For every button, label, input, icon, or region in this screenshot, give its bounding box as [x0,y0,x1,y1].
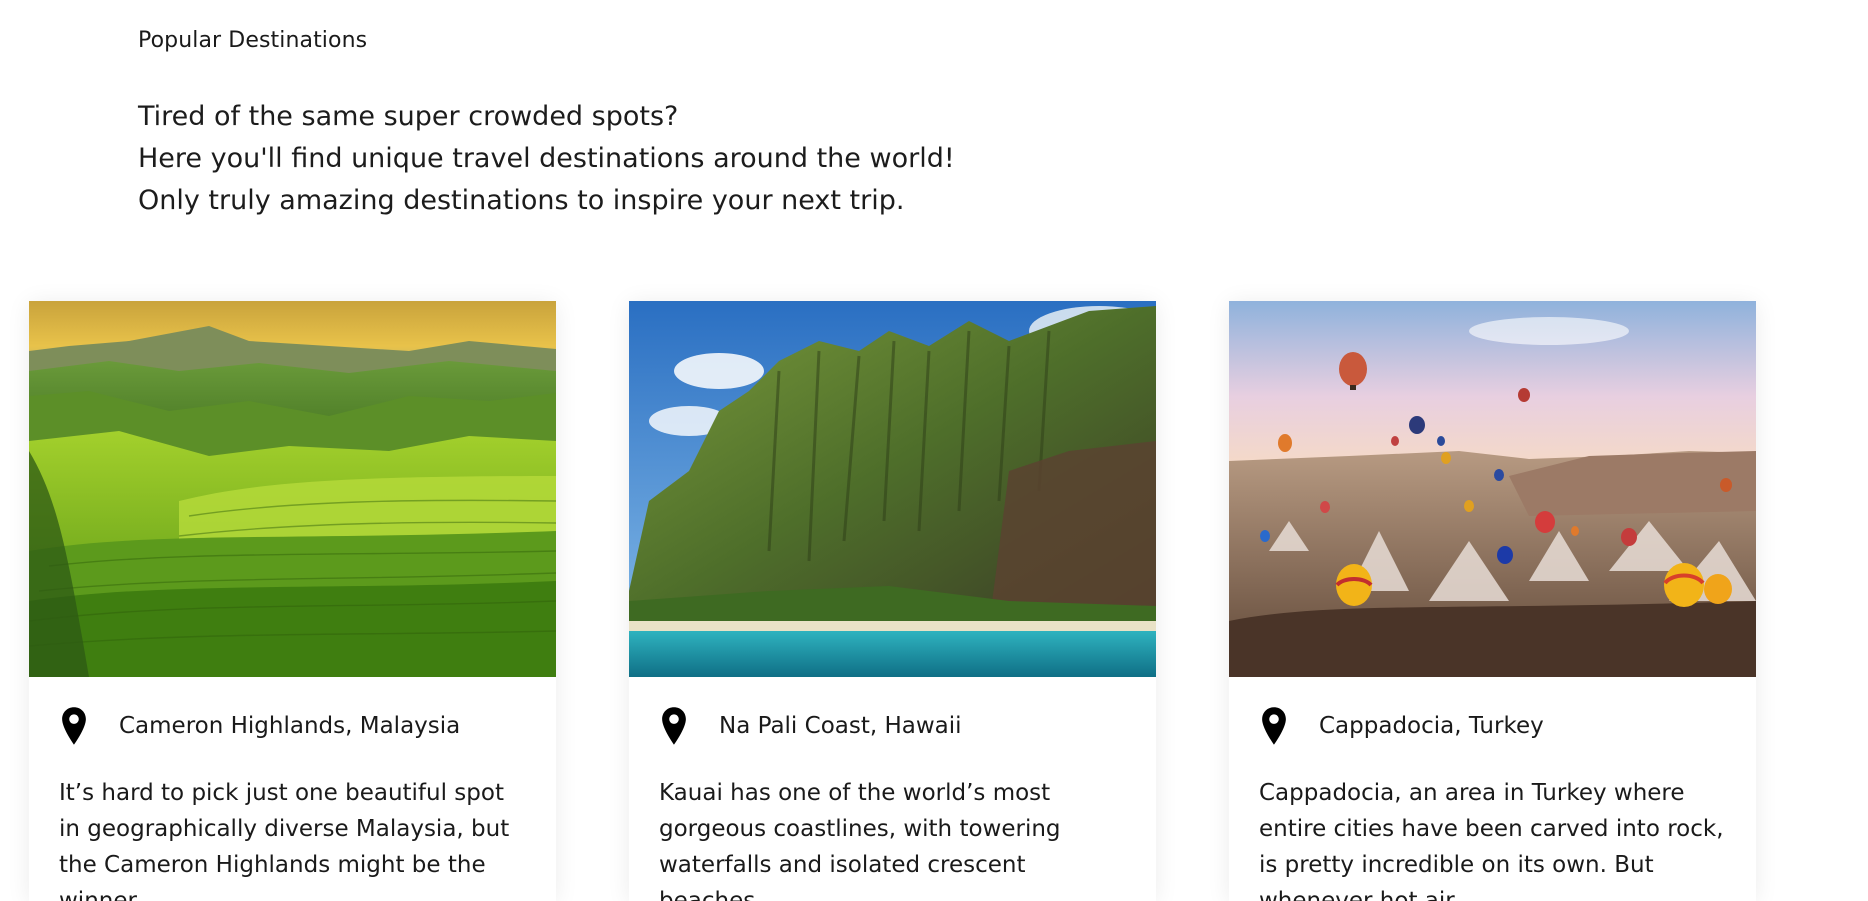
tea-plantation-hills-photo[interactable] [29,301,556,677]
card-description: Kauai has one of the world’s most gorgeo… [659,780,1061,901]
card-description: Cappadocia, an area in Turkey where enti… [1259,780,1724,901]
sea-cliffs-coastline-photo[interactable] [629,301,1156,677]
location-name: Cameron Highlands, Malaysia [119,713,461,739]
card-location: Na Pali Coast, Hawaii [659,706,962,746]
intro-text: Tired of the same super crowded spots? H… [138,96,955,222]
intro-line: Here you'll find unique travel destinati… [138,143,955,174]
location-name: Cappadocia, Turkey [1319,713,1544,739]
destination-card-cappadocia[interactable]: Cappadocia, Turkey Cappadocia, an area i… [1229,301,1756,901]
location-name: Na Pali Coast, Hawaii [719,713,962,739]
hot-air-balloons-valley-photo[interactable] [1229,301,1756,677]
intro-line: Tired of the same super crowded spots? [138,101,679,132]
section-label: Popular Destinations [138,28,368,53]
destination-card-na-pali-coast[interactable]: Na Pali Coast, Hawaii Kauai has one of t… [629,301,1156,901]
card-location: Cameron Highlands, Malaysia [59,706,460,746]
map-pin-icon [662,707,686,745]
destination-card-cameron-highlands[interactable]: Cameron Highlands, Malaysia It’s hard to… [29,301,556,901]
map-pin-icon [62,707,86,745]
intro-line: Only truly amazing destinations to inspi… [138,185,905,216]
map-pin-icon [1262,707,1286,745]
destination-cards: Cameron Highlands, Malaysia It’s hard to… [29,301,1769,901]
card-description: It’s hard to pick just one beautiful spo… [59,780,510,901]
card-location: Cappadocia, Turkey [1259,706,1544,746]
